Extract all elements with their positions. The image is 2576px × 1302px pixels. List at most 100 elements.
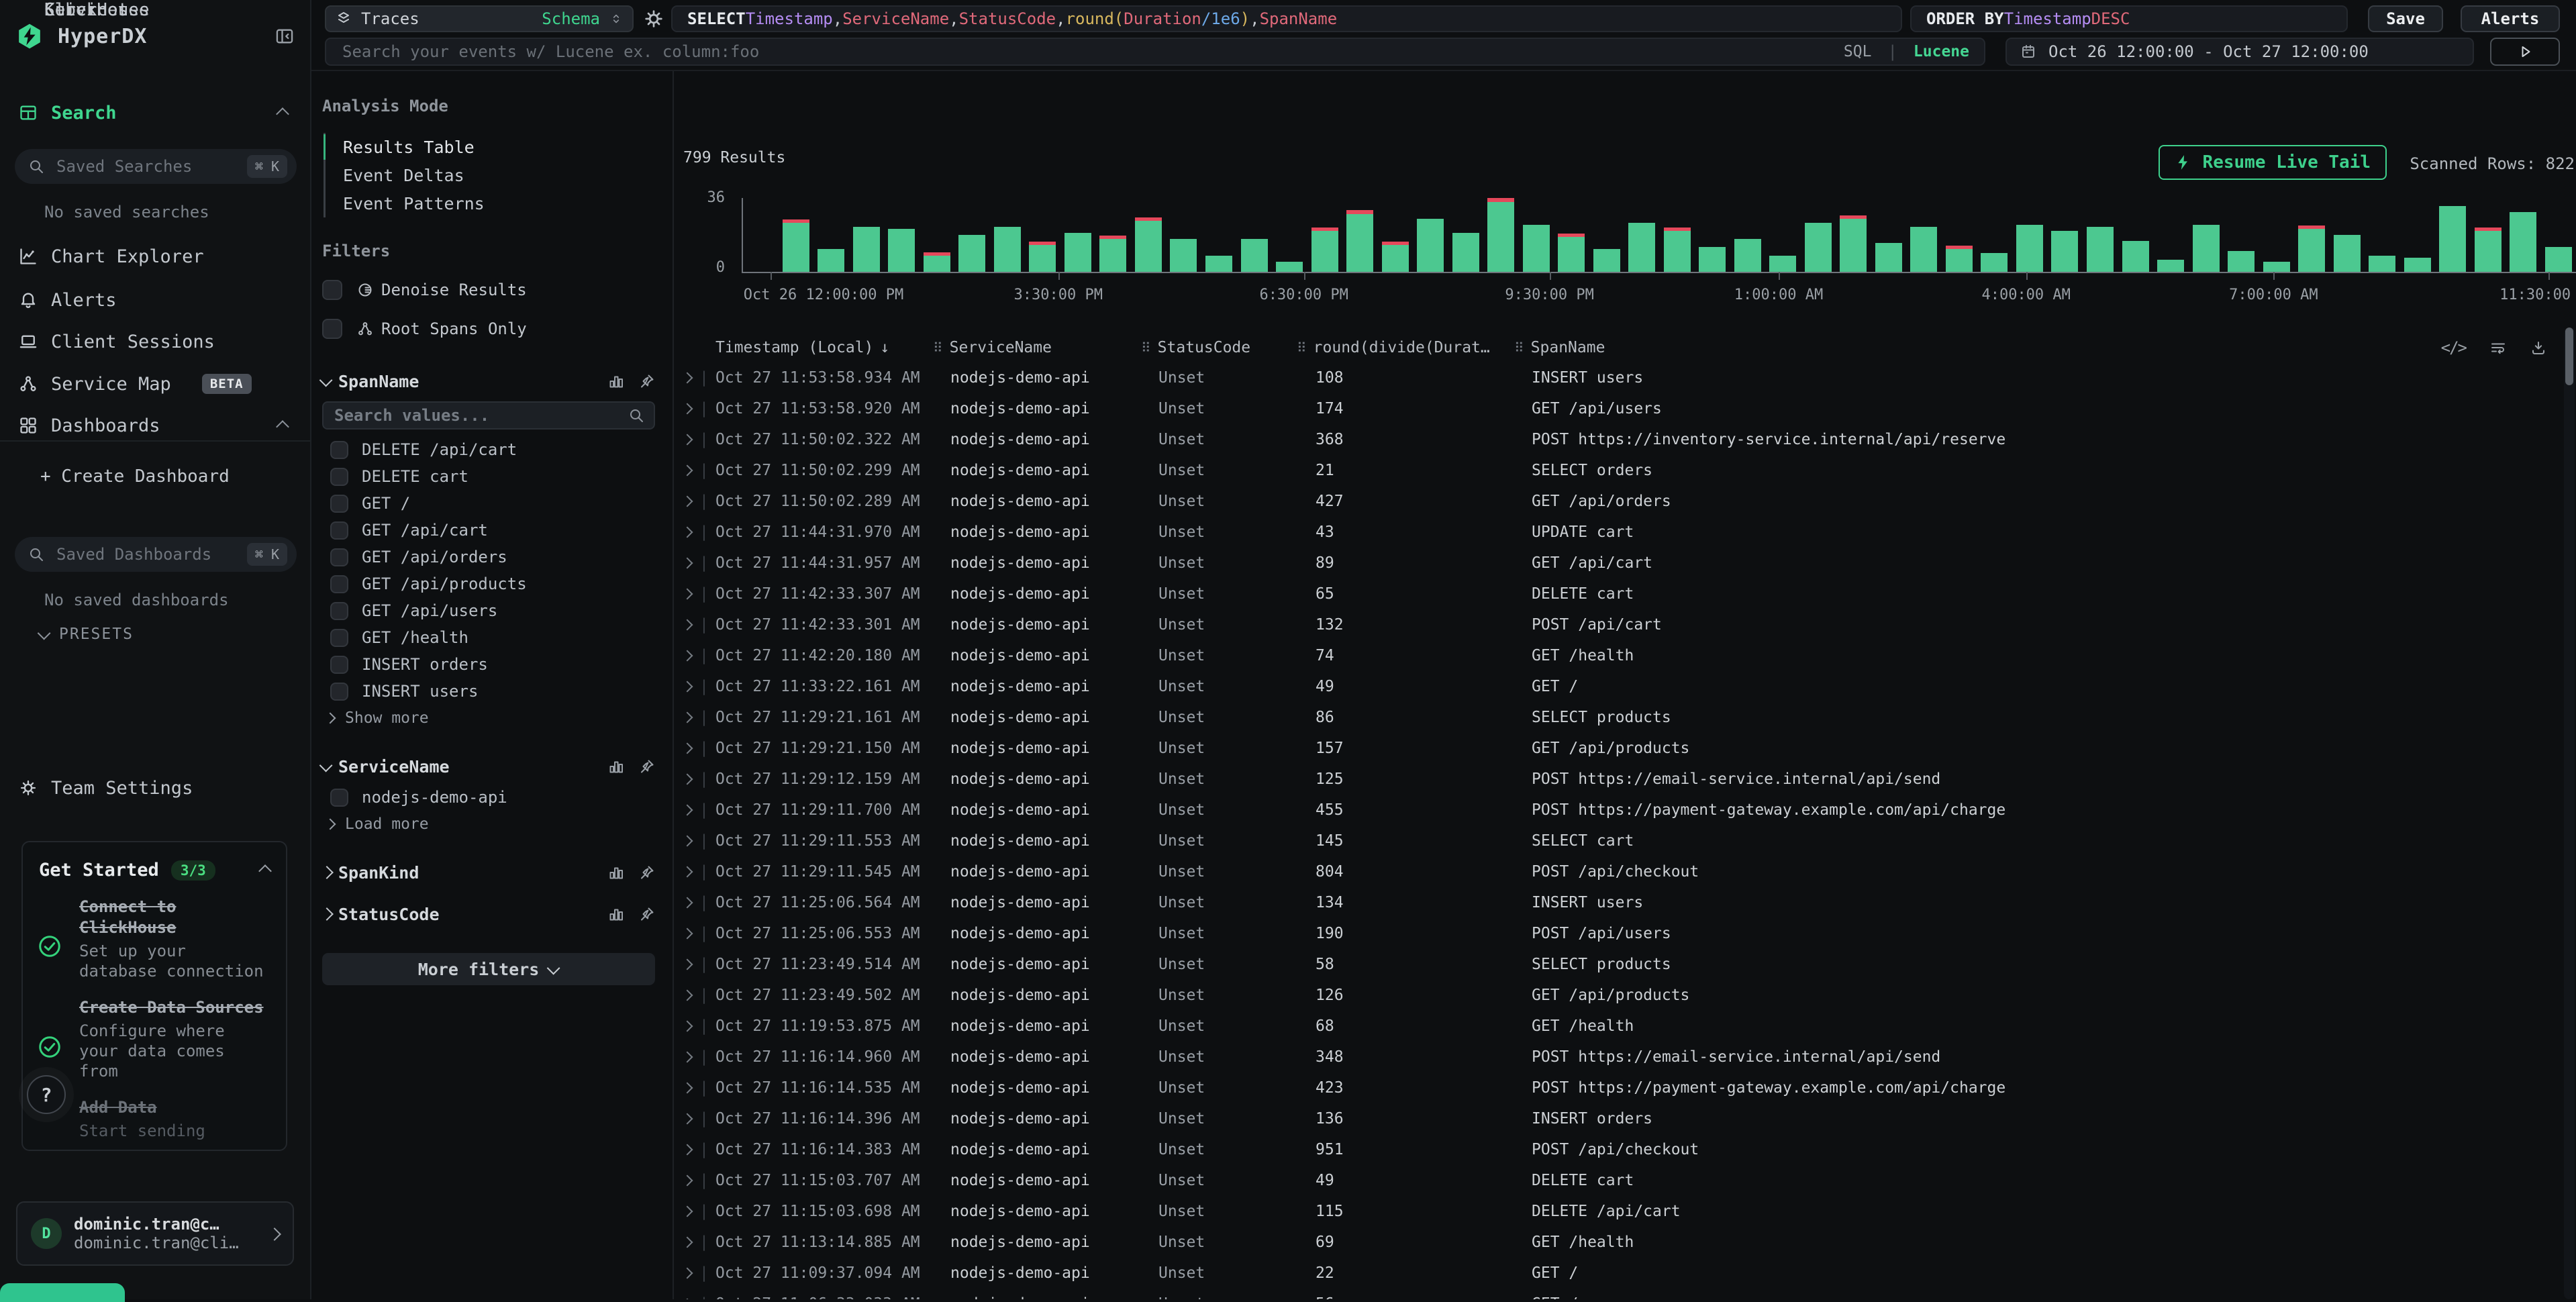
table-row[interactable]: | Oct 27 11:42:33.307 AM nodejs-demo-api… [674, 579, 2563, 609]
row-expander[interactable]: | [674, 431, 711, 448]
row-expander[interactable]: | [674, 1234, 711, 1251]
histogram-bar[interactable] [1769, 256, 1796, 272]
histogram-bar[interactable] [1382, 245, 1409, 272]
source-selector[interactable]: Traces Schema [325, 5, 634, 32]
histogram-bar[interactable] [1099, 239, 1126, 272]
row-expander[interactable]: | [674, 678, 711, 695]
row-expander[interactable]: | [674, 956, 711, 973]
filter-option[interactable]: GET /api/users [322, 597, 655, 624]
save-button[interactable]: Save [2368, 5, 2443, 32]
filter-group-spanname[interactable]: SpanName [322, 369, 655, 393]
chart-filter-icon[interactable] [608, 906, 624, 922]
chevron-up-icon[interactable] [260, 861, 270, 880]
histogram-bar[interactable] [2334, 235, 2361, 272]
histogram-bar[interactable] [1840, 219, 1867, 272]
histogram-bar[interactable] [2016, 225, 2043, 272]
row-expander[interactable]: | [674, 1141, 711, 1158]
table-row[interactable]: | Oct 27 11:29:11.700 AM nodejs-demo-api… [674, 795, 2563, 825]
row-expander[interactable]: | [674, 1079, 711, 1097]
pin-icon[interactable] [639, 906, 655, 922]
filter-value-search-input[interactable] [333, 405, 628, 425]
histogram-bar[interactable] [2122, 241, 2149, 272]
histogram-bar[interactable] [783, 223, 809, 272]
filter-toggle-root-spans[interactable]: Root Spans Only [322, 311, 655, 346]
checkbox[interactable] [330, 468, 348, 486]
row-expander[interactable]: | [674, 493, 711, 510]
histogram-bar[interactable] [2157, 260, 2184, 272]
table-row[interactable]: | Oct 27 11:42:33.301 AM nodejs-demo-api… [674, 609, 2563, 640]
drag-handle-icon[interactable]: ⠿ [933, 340, 943, 356]
checkbox[interactable] [330, 789, 348, 807]
histogram-bar[interactable] [1205, 256, 1232, 272]
event-search-bar[interactable]: SQL | Lucene [325, 38, 1985, 66]
get-started-step[interactable]: Create Data Sources Configure where your… [23, 984, 286, 1084]
column-header-timestamp[interactable]: Timestamp (Local) ↓ [711, 339, 933, 356]
histogram-bar[interactable] [1276, 262, 1303, 272]
saved-dashboards-input[interactable] [55, 544, 236, 564]
table-row[interactable]: | Oct 27 11:50:02.289 AM nodejs-demo-api… [674, 486, 2563, 517]
preset-item[interactable]: Kubernetes [44, 0, 150, 20]
table-row[interactable]: | Oct 27 11:15:03.707 AM nodejs-demo-api… [674, 1165, 2563, 1196]
histogram-bar[interactable] [818, 249, 844, 272]
scrollbar-thumb[interactable] [2565, 328, 2573, 385]
table-row[interactable]: | Oct 27 11:16:14.396 AM nodejs-demo-api… [674, 1103, 2563, 1134]
row-expander[interactable]: | [674, 369, 711, 387]
column-header-servicename[interactable]: ⠿ ServiceName [933, 339, 1141, 356]
histogram-bar[interactable] [1805, 223, 1832, 272]
run-query-button[interactable] [2490, 38, 2560, 66]
histogram-bar[interactable] [2051, 231, 2078, 272]
histogram-bar[interactable] [994, 227, 1021, 272]
drag-handle-icon[interactable]: ⠿ [1514, 340, 1524, 356]
table-row[interactable]: | Oct 27 11:09:37.094 AM nodejs-demo-api… [674, 1258, 2563, 1289]
histogram-bar[interactable] [1981, 253, 2008, 272]
pin-icon[interactable] [639, 758, 655, 774]
saved-dashboards-search[interactable]: ⌘ K [15, 537, 297, 572]
histogram-bar[interactable] [1699, 247, 1726, 272]
saved-searches-input[interactable] [55, 156, 236, 177]
row-expander[interactable]: | [674, 709, 711, 726]
histogram-bar[interactable] [1734, 239, 1761, 272]
row-expander[interactable]: | [674, 462, 711, 479]
filter-option[interactable]: GET /api/orders [322, 544, 655, 570]
row-expander[interactable]: | [674, 801, 711, 819]
pin-icon[interactable] [639, 864, 655, 881]
filter-option[interactable]: INSERT orders [322, 651, 655, 678]
sidebar-item-dashboards[interactable]: Dashboards [0, 411, 310, 440]
row-expander[interactable]: | [674, 400, 711, 417]
histogram-bar[interactable] [1946, 249, 1973, 272]
row-expander[interactable]: | [674, 647, 711, 664]
histogram-bar[interactable] [1593, 249, 1620, 272]
checkbox[interactable] [322, 319, 342, 339]
chart-filter-icon[interactable] [608, 758, 624, 774]
column-header-duration[interactable]: ⠿ round(divide(Durat… [1297, 339, 1514, 356]
date-range-picker[interactable]: Oct 26 12:00:00 - Oct 27 12:00:00 [2005, 38, 2474, 66]
collapse-sidebar-icon[interactable] [275, 27, 294, 46]
histogram-bar[interactable] [1064, 233, 1091, 272]
analysis-mode-option[interactable]: Results Table [326, 133, 655, 161]
histogram-bar[interactable] [888, 229, 915, 272]
chart-filter-icon[interactable] [608, 864, 624, 881]
table-row[interactable]: | Oct 27 11:23:49.514 AM nodejs-demo-api… [674, 949, 2563, 980]
event-search-input[interactable] [341, 42, 1834, 62]
row-expander[interactable]: | [674, 1264, 711, 1282]
table-row[interactable]: | Oct 27 11:16:14.383 AM nodejs-demo-api… [674, 1134, 2563, 1165]
row-expander[interactable]: | [674, 987, 711, 1004]
histogram-bar[interactable] [2545, 247, 2572, 272]
table-row[interactable]: | Oct 27 11:16:14.960 AM nodejs-demo-api… [674, 1042, 2563, 1072]
sidebar-item-service-map[interactable]: Service Map BETA [0, 369, 310, 399]
table-row[interactable]: | Oct 27 11:19:53.875 AM nodejs-demo-api… [674, 1011, 2563, 1042]
wrap-lines-icon[interactable] [2490, 340, 2506, 356]
table-row[interactable]: | Oct 27 11:23:49.502 AM nodejs-demo-api… [674, 980, 2563, 1011]
load-more-link[interactable]: Load more [322, 811, 655, 838]
table-row[interactable]: | Oct 27 11:50:02.322 AM nodejs-demo-api… [674, 424, 2563, 455]
row-expander[interactable]: | [674, 770, 711, 788]
table-row[interactable]: | Oct 27 11:13:14.885 AM nodejs-demo-api… [674, 1227, 2563, 1258]
table-row[interactable]: | Oct 27 11:42:20.180 AM nodejs-demo-api… [674, 640, 2563, 671]
histogram-bar[interactable] [1875, 243, 1902, 272]
histogram-bar[interactable] [1487, 202, 1514, 272]
row-expander[interactable]: | [674, 925, 711, 942]
table-row[interactable]: | Oct 27 11:25:06.553 AM nodejs-demo-api… [674, 918, 2563, 949]
histogram-bar[interactable] [2228, 251, 2255, 272]
table-row[interactable]: | Oct 27 11:44:31.957 AM nodejs-demo-api… [674, 548, 2563, 579]
filter-toggle-denoise[interactable]: Denoise Results [322, 272, 655, 307]
